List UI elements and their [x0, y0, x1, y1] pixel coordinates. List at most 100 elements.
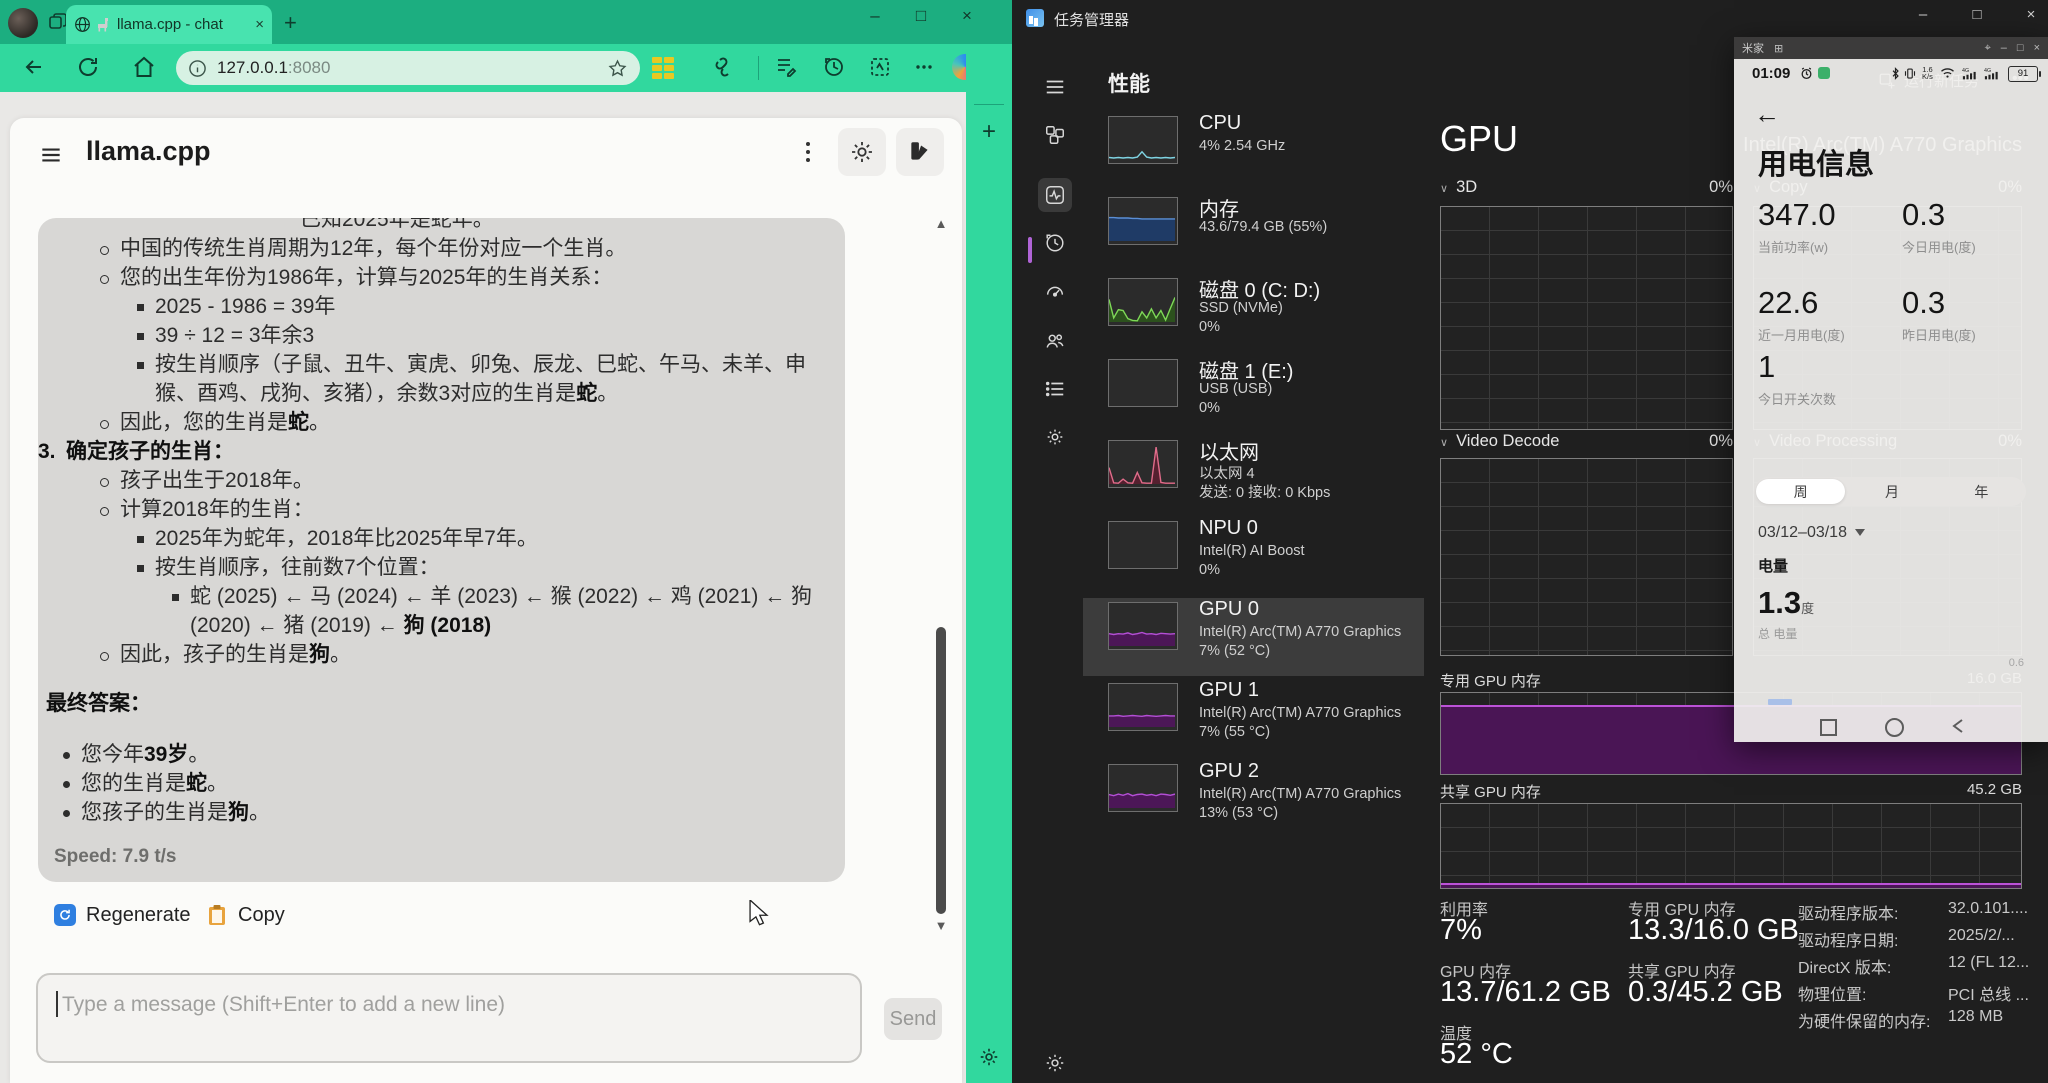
taskmgr-minimize-button[interactable]: –	[1908, 6, 1938, 23]
nav-services-icon[interactable]	[1038, 420, 1072, 454]
phone-maximize-icon[interactable]: □	[2017, 42, 2024, 54]
perf-item-name: 内存	[1199, 193, 1239, 222]
sidebar-settings-icon[interactable]	[966, 1046, 1012, 1068]
perf-item-磁盘-0-(c:-d:)[interactable]: 磁盘 0 (C: D:)SSD (NVMe)0%	[1083, 274, 1424, 352]
screenshot-icon[interactable]	[868, 55, 892, 79]
phone-pin-icon[interactable]: ⌖	[1985, 42, 1991, 55]
signal-4g-icon: 4G	[1984, 67, 2000, 80]
settings-gear-button[interactable]	[838, 128, 886, 176]
home-nav-icon[interactable]	[1885, 718, 1904, 737]
engine-header-video-decode[interactable]: ∨Video Decode0%	[1440, 432, 1733, 452]
favorites-icon[interactable]	[774, 55, 798, 79]
phone-titlebar[interactable]: 米家 ⊞ ⌖ – □ ×	[1734, 37, 2048, 59]
perf-item-detail: Intel(R) Arc(TM) A770 Graphics	[1199, 786, 1401, 802]
perf-item-cpu[interactable]: CPU4% 2.54 GHz	[1083, 112, 1424, 190]
scroll-down-icon[interactable]: ▼	[934, 918, 948, 933]
nav-users-icon[interactable]	[1038, 324, 1072, 358]
perf-item-name: 磁盘 1 (E:)	[1199, 355, 1293, 384]
driver-detail-key: 物理位置:	[1798, 981, 1866, 1005]
tab-week[interactable]: 周	[1756, 479, 1845, 504]
nav-app-history-icon[interactable]	[1038, 226, 1072, 260]
taskmgr-maximize-button[interactable]: □	[1962, 6, 1992, 23]
theme-button[interactable]	[896, 128, 944, 176]
perf-item-usage: 13% (53 °C)	[1199, 805, 1278, 821]
site-info-icon[interactable]	[188, 59, 207, 78]
driver-detail-key: DirectX 版本:	[1798, 954, 1891, 978]
back-icon[interactable]	[22, 55, 46, 79]
sidebar-add-icon[interactable]: +	[966, 118, 1012, 146]
perf-item-gpu-1[interactable]: GPU 1Intel(R) Arc(TM) A770 Graphics7% (5…	[1083, 679, 1424, 757]
copy-button[interactable]: Copy	[206, 900, 285, 930]
driver-detail-value: 12 (FL 12...	[1948, 954, 2029, 972]
back-arrow-icon[interactable]: ←	[1754, 99, 1780, 130]
scroll-up-icon[interactable]: ▲	[934, 216, 948, 231]
driver-detail-value: 2025/2/...	[1948, 927, 2015, 945]
engine-header-3d[interactable]: ∨3D0%	[1440, 178, 1733, 198]
chat-line: 2025 - 1986 = 39年	[38, 292, 829, 321]
date-range-selector[interactable]: 03/12–03/18	[1758, 524, 1865, 542]
message-input[interactable]: Type a message (Shift+Enter to add a new…	[36, 973, 862, 1063]
phone-minimize-icon[interactable]: –	[2001, 42, 2007, 54]
taskmgr-close-button[interactable]: ×	[2016, 6, 2046, 23]
kebab-menu-icon[interactable]	[796, 138, 820, 166]
chat-line: 您孩子的生肖是狗。	[38, 798, 829, 827]
profile-avatar[interactable]	[8, 8, 38, 38]
refresh-icon[interactable]	[76, 55, 100, 79]
taskmgr-settings-icon[interactable]	[1038, 1046, 1072, 1080]
nav-performance-icon[interactable]	[1038, 178, 1072, 212]
regenerate-button[interactable]: Regenerate	[54, 900, 191, 930]
extension-icon[interactable]	[712, 55, 736, 79]
menu-hamburger-icon[interactable]	[38, 142, 64, 168]
new-tab-button[interactable]: +	[284, 10, 297, 36]
energy-total-label: 总 电量	[1758, 625, 1797, 642]
engine-chart-video-decode	[1440, 458, 1733, 656]
recents-icon[interactable]	[1820, 719, 1837, 736]
llama-chat-panel: llama.cpp 已知2025年是蛇年。 中国的传统生肖周期为12年，每个年份…	[10, 118, 962, 1083]
perf-thumbnail-chart	[1108, 278, 1178, 326]
nav-startup-apps-icon[interactable]	[1038, 274, 1072, 308]
favorite-star-icon[interactable]	[607, 58, 628, 79]
taskmgr-titlebar: 任务管理器 – □ ×	[1012, 0, 2048, 36]
tab-close-icon[interactable]: ×	[255, 16, 264, 33]
perf-item-gpu-0[interactable]: GPU 0Intel(R) Arc(TM) A770 Graphics7% (5…	[1083, 598, 1424, 676]
perf-item-gpu-2[interactable]: GPU 2Intel(R) Arc(TM) A770 Graphics13% (…	[1083, 760, 1424, 838]
browser-close-button[interactable]: ×	[950, 6, 984, 26]
perf-thumbnail-chart	[1108, 116, 1178, 164]
browser-minimize-button[interactable]: –	[858, 6, 892, 26]
browser-window: llama.cpp - chat × + – □ × 127.0.0.1:808…	[0, 0, 1012, 1083]
phone-close-icon[interactable]: ×	[2034, 42, 2040, 54]
send-button[interactable]: Send	[884, 998, 942, 1040]
nav-details-icon[interactable]	[1038, 372, 1072, 406]
perf-item-detail: 43.6/79.4 GB (55%)	[1199, 219, 1327, 235]
stat-value: 1	[1758, 349, 1775, 385]
extension-yellow-icon[interactable]	[652, 57, 674, 79]
generation-speed: Speed: 7.9 t/s	[54, 846, 177, 868]
phone-add-icon[interactable]: ⊞	[1774, 42, 1783, 55]
assistant-message-text: 已知2025年是蛇年。 中国的传统生肖周期为12年，每个年份对应一个生肖。您的出…	[38, 218, 829, 827]
browser-toolbar: 127.0.0.1:8080	[0, 44, 1012, 92]
nav-hamburger-icon[interactable]	[1038, 70, 1072, 104]
browser-tab[interactable]: llama.cpp - chat ×	[66, 5, 272, 44]
stat-value: 347.0	[1758, 197, 1836, 233]
home-icon[interactable]	[132, 55, 156, 79]
perf-item-内存[interactable]: 内存43.6/79.4 GB (55%)	[1083, 193, 1424, 271]
perf-item-npu-0[interactable]: NPU 0Intel(R) AI Boost0%	[1083, 517, 1424, 595]
perf-item-以太网[interactable]: 以太网以太网 4发送: 0 接收: 0 Kbps	[1083, 436, 1424, 514]
tab-month[interactable]: 月	[1847, 477, 1936, 506]
scrollbar-thumb[interactable]	[936, 627, 946, 914]
history-icon[interactable]	[822, 55, 846, 79]
address-bar[interactable]: 127.0.0.1:8080	[176, 51, 640, 85]
tab-year[interactable]: 年	[1937, 477, 2026, 506]
perf-item-磁盘-1-(e:)[interactable]: 磁盘 1 (E:)USB (USB)0%	[1083, 355, 1424, 433]
nav-processes-icon[interactable]	[1038, 118, 1072, 152]
back-nav-icon[interactable]	[1950, 718, 1965, 734]
driver-detail-value: PCI 总线 ...	[1948, 981, 2029, 1005]
more-options-icon[interactable]	[912, 55, 936, 79]
status-time: 01:09	[1752, 65, 1790, 82]
browser-maximize-button[interactable]: □	[904, 6, 938, 26]
perf-item-detail: USB (USB)	[1199, 381, 1272, 397]
svg-text:4G: 4G	[1984, 68, 1991, 74]
stat-label: 近一月用电(度)	[1758, 325, 1845, 344]
edge-sidebar: +	[966, 44, 1012, 1083]
tab-stack-icon[interactable]	[48, 12, 68, 32]
